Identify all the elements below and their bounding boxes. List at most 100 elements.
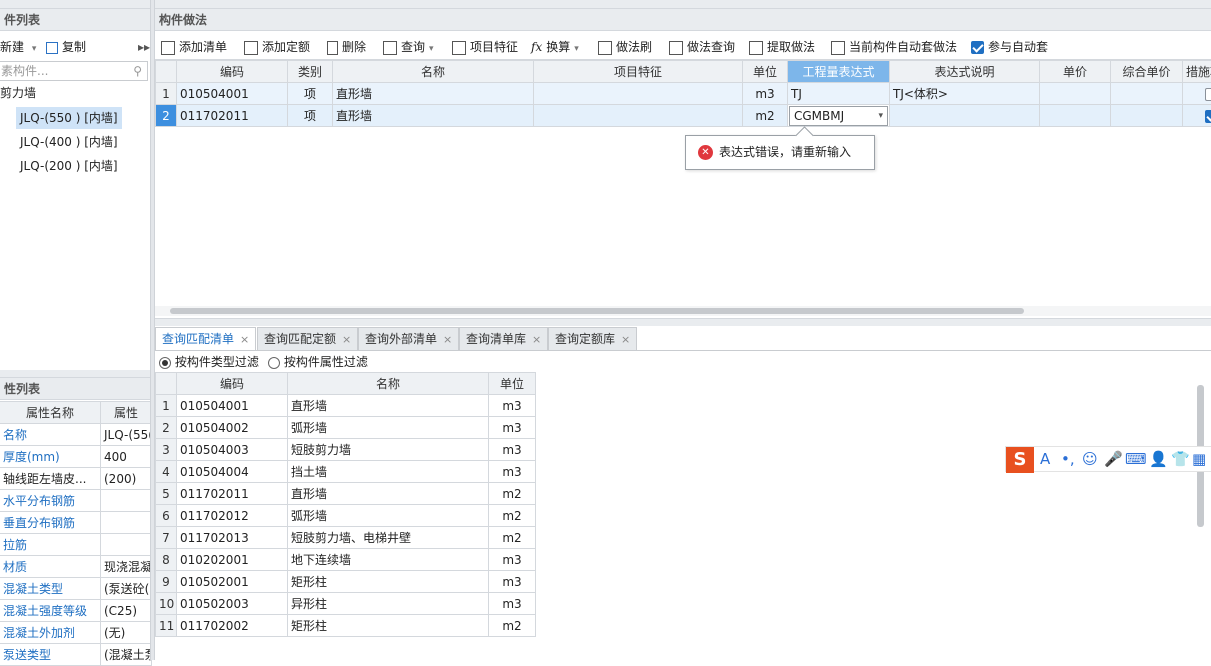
extract-method-button[interactable]: 提取做法 [749,36,815,58]
unit-cell[interactable]: m3 [489,571,536,593]
code-cell[interactable]: 011702002 [177,615,288,637]
method-brush-button[interactable]: 做法刷 [598,36,652,58]
code-cell[interactable]: 010504001 [177,83,288,105]
property-value[interactable] [101,490,152,512]
feature-cell[interactable] [534,105,743,127]
type-cell[interactable]: 项 [288,105,333,127]
ime-language-icon[interactable]: A [1040,450,1050,468]
expression-editor[interactable]: CGMBMJ ▾ [788,105,890,127]
price-cell[interactable] [1040,83,1111,105]
close-icon[interactable]: × [342,333,351,346]
code-cell[interactable]: 010504002 [177,417,288,439]
property-value[interactable]: (混凝土泵 [101,644,152,666]
unit-cell[interactable]: m3 [489,549,536,571]
property-row[interactable]: 混凝土外加剂(无) [0,622,152,644]
expression-desc-cell[interactable] [890,105,1040,127]
component-search-input[interactable]: 素构件... ⚲ [0,61,148,81]
name-cell[interactable]: 直形墙 [333,83,534,105]
unit-cell[interactable]: m2 [489,527,536,549]
table-row[interactable]: 1010504001直形墙m3 [156,395,536,417]
unit-cell[interactable]: m3 [489,461,536,483]
table-row[interactable]: 7011702013短肢剪力墙、电梯井壁m2 [156,527,536,549]
tab-list-library[interactable]: 查询清单库× [459,327,548,350]
unit-cell[interactable]: m2 [489,483,536,505]
code-cell[interactable]: 011702011 [177,105,288,127]
name-cell[interactable]: 弧形墙 [288,505,489,527]
total-price-cell[interactable] [1111,105,1183,127]
close-icon[interactable]: × [621,333,630,346]
ime-user-icon[interactable]: 👤 [1149,450,1168,468]
tree-item-jlq-200[interactable]: JLQ-(200 ) [内墙] [20,155,118,177]
close-icon[interactable]: × [532,333,541,346]
property-row[interactable]: 垂直分布钢筋 [0,512,152,534]
item-feature-button[interactable]: 项目特征 [452,36,518,58]
radio-icon[interactable] [268,357,280,369]
feature-cell[interactable] [534,83,743,105]
convert-button[interactable]: fx换算▾ [531,36,579,58]
tab-quota-library[interactable]: 查询定额库× [548,327,637,350]
tree-root-shear-wall[interactable]: 剪力墙 [0,82,36,104]
code-cell[interactable]: 011702011 [177,483,288,505]
code-cell[interactable]: 010504004 [177,461,288,483]
radio-selected-icon[interactable] [159,357,171,369]
name-cell[interactable]: 矩形柱 [288,571,489,593]
property-row[interactable]: 材质现浇混凝 [0,556,152,578]
horizontal-scrollbar[interactable] [155,306,1211,316]
property-value[interactable]: JLQ-(55( [101,424,152,446]
scrollbar-thumb[interactable] [170,308,1024,314]
tree-item-jlq-400[interactable]: JLQ-(400 ) [内墙] [20,131,118,153]
type-cell[interactable]: 项 [288,83,333,105]
property-value[interactable]: (无) [101,622,152,644]
ime-logo-icon[interactable]: S [1006,447,1034,473]
name-cell[interactable]: 地下连续墙 [288,549,489,571]
property-value[interactable]: (泵送砼( [101,578,152,600]
ime-toolbar[interactable]: S A •, ☺ 🎤 ⌨ 👤 👕 ▦ [1005,446,1211,472]
property-value[interactable] [101,512,152,534]
name-cell[interactable]: 短肢剪力墙 [288,439,489,461]
property-row[interactable]: 拉筋 [0,534,152,556]
code-cell[interactable]: 010202001 [177,549,288,571]
unit-cell[interactable]: m3 [743,83,788,105]
name-cell[interactable]: 直形墙 [288,395,489,417]
dropdown-arrow-icon[interactable]: ▾ [878,107,883,125]
table-row[interactable]: 4010504004挡土墙m3 [156,461,536,483]
property-value[interactable] [101,534,152,556]
join-auto-checkbox[interactable]: 参与自动套 [971,36,1048,58]
property-value[interactable]: (C25) [101,600,152,622]
price-cell[interactable] [1040,105,1111,127]
search-icon[interactable]: ⚲ [133,62,142,80]
ime-skin-icon[interactable]: 👕 [1171,450,1190,468]
unit-cell[interactable]: m3 [489,395,536,417]
unit-cell[interactable]: m2 [489,505,536,527]
ime-punctuation-icon[interactable]: •, [1061,450,1075,468]
dropdown-arrow-icon[interactable]: ▾ [32,44,37,54]
auto-apply-button[interactable]: 当前构件自动套做法 [831,36,957,58]
measure-cell[interactable] [1183,105,1211,127]
property-row[interactable]: 名称JLQ-(55( [0,424,152,446]
property-row[interactable]: 水平分布钢筋 [0,490,152,512]
table-row[interactable]: 3010504003短肢剪力墙m3 [156,439,536,461]
name-cell[interactable]: 矩形柱 [288,615,489,637]
unit-cell[interactable]: m3 [489,593,536,615]
expression-desc-cell[interactable]: TJ<体积> [890,83,1040,105]
name-cell[interactable]: 弧形墙 [288,417,489,439]
unit-cell[interactable]: m3 [489,417,536,439]
table-row[interactable]: 9010502001矩形柱m3 [156,571,536,593]
ime-keyboard-icon[interactable]: ⌨ [1125,450,1147,468]
property-row[interactable]: 泵送类型(混凝土泵 [0,644,152,666]
tab-match-quota[interactable]: 查询匹配定额× [257,327,358,350]
checkbox-checked-icon[interactable] [971,41,984,54]
property-value[interactable]: 现浇混凝 [101,556,152,578]
code-cell[interactable]: 010502001 [177,571,288,593]
property-row[interactable]: 轴线距左墙皮...(200) [0,468,152,490]
unit-cell[interactable]: m2 [743,105,788,127]
property-value[interactable]: 400 [101,446,152,468]
unit-cell[interactable]: m3 [489,439,536,461]
add-list-button[interactable]: 添加清单 [161,36,227,58]
table-row[interactable]: 8010202001地下连续墙m3 [156,549,536,571]
panel-splitter-h[interactable] [155,318,1211,326]
unit-cell[interactable]: m2 [489,615,536,637]
delete-button[interactable]: 删除 [327,36,366,58]
table-row[interactable]: 5011702011直形墙m2 [156,483,536,505]
code-cell[interactable]: 011702012 [177,505,288,527]
